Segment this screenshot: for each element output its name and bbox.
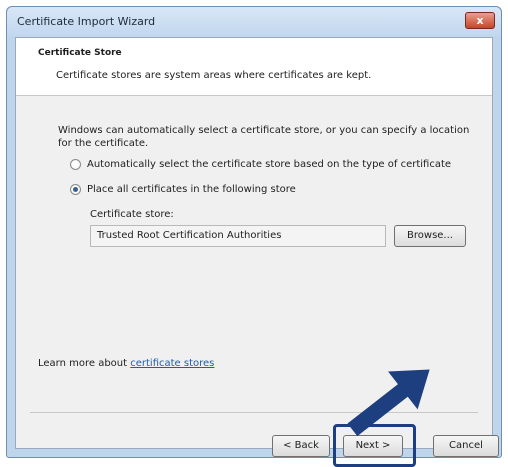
option-place-all[interactable]: Place all certificates in the following … [70, 181, 296, 197]
certificate-store-field[interactable]: Trusted Root Certification Authorities [90, 225, 386, 247]
close-icon: x [476, 14, 484, 27]
next-button-highlight [333, 424, 416, 467]
option-automatic[interactable]: Automatically select the certificate sto… [70, 156, 451, 172]
certificate-import-wizard-window: Certificate Import Wizard x Certificate … [6, 6, 502, 467]
title-bar: Certificate Import Wizard x [7, 7, 501, 37]
intro-text: Windows can automatically select a certi… [58, 125, 470, 149]
footer-divider [30, 412, 478, 413]
window-title: Certificate Import Wizard [17, 15, 156, 28]
wizard-header: Certificate Store Certificate stores are… [16, 38, 492, 96]
back-button[interactable]: < Back [272, 435, 330, 457]
browse-button[interactable]: Browse... [394, 225, 466, 247]
option-place-all-label: Place all certificates in the following … [87, 183, 296, 195]
option-automatic-label: Automatically select the certificate sto… [87, 158, 452, 170]
cancel-button[interactable]: Cancel [433, 435, 499, 457]
radio-place-all[interactable] [70, 183, 81, 195]
learn-more-text: Learn more about certificate stores [38, 358, 214, 369]
close-button[interactable]: x [465, 12, 495, 29]
learn-more-prefix: Learn more about [38, 358, 131, 369]
page-title: Certificate Store [38, 48, 122, 58]
page-description: Certificate stores are system areas wher… [56, 70, 372, 81]
wizard-content: Certificate Store Certificate stores are… [15, 37, 499, 467]
certificate-stores-link[interactable]: certificate stores [130, 358, 214, 369]
certificate-store-label: Certificate store: [90, 209, 174, 220]
radio-automatic[interactable] [70, 158, 81, 170]
